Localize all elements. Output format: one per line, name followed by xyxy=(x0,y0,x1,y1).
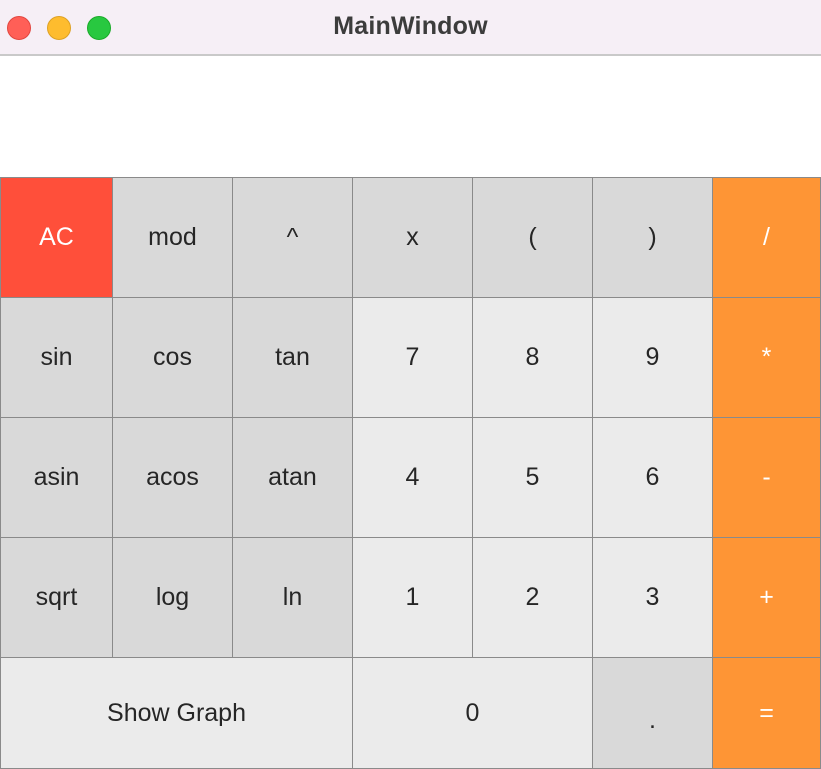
digit-3-button[interactable]: 3 xyxy=(592,537,713,658)
subtract-button[interactable]: - xyxy=(712,417,821,538)
digit-0-button[interactable]: 0 xyxy=(352,657,593,769)
log-button[interactable]: log xyxy=(112,537,233,658)
variable-x-button[interactable]: x xyxy=(352,177,473,298)
tan-button[interactable]: tan xyxy=(232,297,353,418)
multiply-button[interactable]: * xyxy=(712,297,821,418)
decimal-point-button[interactable]: . xyxy=(592,657,713,769)
asin-button[interactable]: asin xyxy=(0,417,113,538)
digit-2-button[interactable]: 2 xyxy=(472,537,593,658)
divide-button[interactable]: / xyxy=(712,177,821,298)
sin-button[interactable]: sin xyxy=(0,297,113,418)
digit-9-button[interactable]: 9 xyxy=(592,297,713,418)
digit-8-button[interactable]: 8 xyxy=(472,297,593,418)
ac-button[interactable]: AC xyxy=(0,177,113,298)
cos-button[interactable]: cos xyxy=(112,297,233,418)
keypad: AC mod ^ x ( ) / sin cos tan 7 8 9 * asi… xyxy=(0,177,821,769)
sqrt-button[interactable]: sqrt xyxy=(0,537,113,658)
right-paren-button[interactable]: ) xyxy=(592,177,713,298)
left-paren-button[interactable]: ( xyxy=(472,177,593,298)
show-graph-button[interactable]: Show Graph xyxy=(0,657,353,769)
digit-5-button[interactable]: 5 xyxy=(472,417,593,538)
window-title: MainWindow xyxy=(333,12,488,40)
digit-7-button[interactable]: 7 xyxy=(352,297,473,418)
power-button[interactable]: ^ xyxy=(232,177,353,298)
title-bar[interactable]: MainWindow xyxy=(0,0,821,56)
add-button[interactable]: + xyxy=(712,537,821,658)
ln-button[interactable]: ln xyxy=(232,537,353,658)
calculator-window: MainWindow AC mod ^ x ( ) / sin cos tan … xyxy=(0,0,821,769)
digit-6-button[interactable]: 6 xyxy=(592,417,713,538)
atan-button[interactable]: atan xyxy=(232,417,353,538)
digit-4-button[interactable]: 4 xyxy=(352,417,473,538)
calculator-display xyxy=(0,56,821,177)
acos-button[interactable]: acos xyxy=(112,417,233,538)
equals-button[interactable]: = xyxy=(712,657,821,769)
mod-button[interactable]: mod xyxy=(112,177,233,298)
digit-1-button[interactable]: 1 xyxy=(352,537,473,658)
